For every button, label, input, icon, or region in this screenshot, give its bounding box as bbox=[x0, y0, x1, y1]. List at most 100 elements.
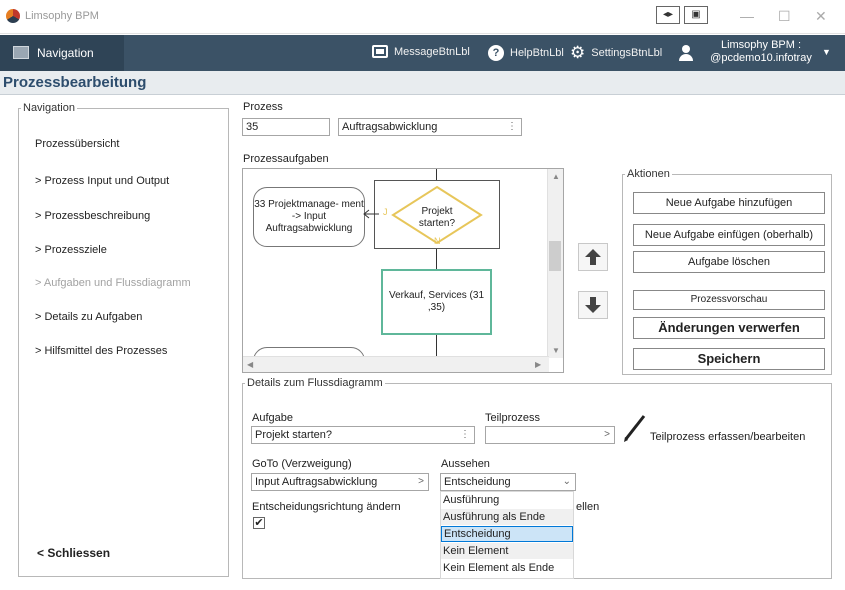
message-button[interactable]: MessageBtnLbl bbox=[372, 45, 470, 58]
decision-no-label: N bbox=[434, 236, 441, 246]
option-decision[interactable]: Entscheidung bbox=[441, 526, 573, 542]
task-label: Aufgabe bbox=[252, 412, 293, 424]
reference-node[interactable]: 33 Projektmanage- ment -> Input Auftrags… bbox=[253, 187, 365, 247]
navigation-toggle[interactable]: Navigation bbox=[0, 35, 124, 71]
scroll-thumb[interactable] bbox=[549, 241, 561, 271]
actions-panel: Aktionen Neue Aufgabe hinzufügen Neue Au… bbox=[622, 168, 832, 375]
flowchart-canvas[interactable]: Projekt starten? J N 33 Projektmanage- m… bbox=[242, 168, 564, 373]
navigation-icon bbox=[13, 46, 29, 59]
scroll-right-icon[interactable]: ▶ bbox=[535, 360, 541, 369]
process-preview-button[interactable]: Prozessvorschau bbox=[633, 290, 825, 310]
nav-item-description[interactable]: > Prozessbeschreibung bbox=[35, 210, 150, 222]
pencil-icon[interactable] bbox=[622, 413, 648, 443]
flowchart-vertical-scrollbar[interactable]: ▲ ▼ bbox=[547, 169, 563, 358]
add-task-button[interactable]: Neue Aufgabe hinzufügen bbox=[633, 192, 825, 214]
appearance-value: Entscheidung bbox=[444, 476, 511, 488]
partial-label: ellen bbox=[576, 501, 600, 513]
discard-changes-button[interactable]: Änderungen verwerfen bbox=[633, 317, 825, 339]
left-navigation: Navigation Prozessübersicht > Prozess In… bbox=[18, 102, 229, 577]
nav-item-goals[interactable]: > Prozessziele bbox=[35, 244, 107, 256]
option-no-element[interactable]: Kein Element bbox=[441, 543, 573, 559]
settings-button[interactable]: ⚙ SettingsBtnLbl bbox=[570, 43, 663, 62]
appearance-dropdown-icon: ⌄ bbox=[562, 476, 571, 487]
task-value: Projekt starten? bbox=[255, 429, 333, 441]
maximize-icon[interactable]: ☐ bbox=[778, 8, 791, 24]
nav-item-tools[interactable]: > Hilfsmittel des Prozesses bbox=[35, 345, 167, 357]
save-button[interactable]: Speichern bbox=[633, 348, 825, 370]
move-down-button[interactable] bbox=[578, 291, 608, 319]
decision-yes-label: J bbox=[383, 207, 388, 217]
process-name-arrow-icon: ⋮ bbox=[507, 121, 517, 132]
subprocess-select[interactable]: > bbox=[485, 426, 615, 444]
goto-arrow-icon: > bbox=[418, 476, 424, 487]
app-logo bbox=[6, 9, 20, 23]
top-navbar: Navigation MessageBtnLbl ? HelpBtnLbl ⚙ … bbox=[0, 35, 845, 71]
option-execution-end[interactable]: Ausführung als Ende bbox=[441, 509, 573, 525]
user-icon bbox=[679, 45, 693, 61]
help-button[interactable]: ? HelpBtnLbl bbox=[488, 45, 564, 61]
decision-text: Projekt starten? bbox=[418, 206, 456, 229]
subprocess-arrow-icon: > bbox=[604, 429, 610, 440]
message-icon bbox=[372, 45, 388, 58]
nav-item-input-output[interactable]: > Prozess Input und Output bbox=[35, 175, 169, 187]
nav-item-task-details[interactable]: > Details zu Aufgaben bbox=[35, 311, 142, 323]
close-icon[interactable]: ✕ bbox=[815, 8, 827, 24]
help-icon: ? bbox=[488, 45, 504, 61]
flow-connector bbox=[436, 249, 437, 269]
goto-label: GoTo (Verzweigung) bbox=[252, 458, 352, 470]
direction-checkbox[interactable]: ✔ bbox=[253, 517, 265, 529]
scroll-down-icon[interactable]: ▼ bbox=[552, 346, 560, 355]
navigation-label: Navigation bbox=[37, 46, 94, 60]
settings-gear-icon: ⚙ bbox=[570, 43, 586, 62]
process-label: Prozess bbox=[243, 101, 283, 113]
tasks-label: Prozessaufgaben bbox=[243, 153, 329, 165]
delete-task-button[interactable]: Aufgabe löschen bbox=[633, 251, 825, 273]
user-icon-wrap bbox=[679, 45, 693, 61]
process-name-select[interactable]: Auftragsabwicklung ⋮ bbox=[338, 118, 522, 136]
left-nav-legend: Navigation bbox=[23, 102, 75, 114]
help-label: HelpBtnLbl bbox=[510, 47, 564, 59]
flow-arrow-left bbox=[363, 209, 379, 219]
arrow-up-icon bbox=[585, 249, 601, 265]
code-view-button[interactable]: ◂▸ bbox=[656, 6, 680, 24]
service-node[interactable]: Verkauf, Services (31 ,35) bbox=[381, 269, 492, 335]
user-host-label: @pcdemo10.infotray bbox=[710, 52, 812, 64]
appearance-dropdown-list: Ausführung Ausführung als Ende Entscheid… bbox=[440, 491, 574, 579]
page-title: Prozessbearbeitung bbox=[3, 74, 147, 91]
goto-select[interactable]: Input Auftragsabwicklung > bbox=[251, 473, 429, 491]
details-legend: Details zum Flussdiagramm bbox=[247, 377, 383, 389]
settings-label: SettingsBtnLbl bbox=[591, 47, 663, 59]
nav-item-tasks-flowchart[interactable]: > Aufgaben und Flussdiagramm bbox=[35, 277, 191, 289]
process-id-field[interactable]: 35 bbox=[242, 118, 330, 136]
window-titlebar: Limsophy BPM ◂▸ ▣ — ☐ ✕ bbox=[0, 0, 845, 34]
message-label: MessageBtnLbl bbox=[394, 45, 470, 58]
option-execution[interactable]: Ausführung bbox=[441, 492, 573, 508]
subprocess-label: Teilprozess bbox=[485, 412, 541, 424]
flowchart-horizontal-scrollbar[interactable]: ◀ ▶ bbox=[243, 356, 549, 372]
appearance-label: Aussehen bbox=[441, 458, 490, 470]
appearance-select[interactable]: Entscheidung ⌄ bbox=[440, 473, 576, 491]
task-arrow-icon: ⋮ bbox=[460, 429, 470, 440]
insert-task-button[interactable]: Neue Aufgabe einfügen (oberhalb) bbox=[633, 224, 825, 246]
user-app-label: Limsophy BPM : bbox=[720, 39, 802, 51]
layout-button[interactable]: ▣ bbox=[684, 6, 708, 24]
close-link[interactable]: < Schliessen bbox=[37, 546, 110, 560]
user-menu-caret-icon[interactable]: ▼ bbox=[822, 47, 831, 57]
direction-label: Entscheidungsrichtung ändern bbox=[252, 501, 401, 513]
nav-item-process-overview[interactable]: Prozessübersicht bbox=[35, 138, 119, 150]
move-up-button[interactable] bbox=[578, 243, 608, 271]
goto-value: Input Auftragsabwicklung bbox=[255, 476, 378, 488]
arrow-down-icon bbox=[585, 297, 601, 313]
scroll-left-icon[interactable]: ◀ bbox=[247, 360, 253, 369]
process-name-value: Auftragsabwicklung bbox=[342, 121, 438, 133]
window-title: Limsophy BPM bbox=[25, 10, 99, 22]
task-select[interactable]: Projekt starten? ⋮ bbox=[251, 426, 475, 444]
subprocess-edit-link[interactable]: Teilprozess erfassen/bearbeiten bbox=[650, 431, 805, 443]
scroll-up-icon[interactable]: ▲ bbox=[552, 172, 560, 181]
page-header: Prozessbearbeitung bbox=[0, 71, 845, 95]
option-no-element-end[interactable]: Kein Element als Ende bbox=[441, 560, 573, 576]
user-menu[interactable]: Limsophy BPM : @pcdemo10.infotray bbox=[697, 39, 825, 65]
actions-legend: Aktionen bbox=[627, 168, 670, 180]
flow-connector bbox=[436, 335, 437, 357]
minimize-icon[interactable]: — bbox=[740, 8, 754, 24]
